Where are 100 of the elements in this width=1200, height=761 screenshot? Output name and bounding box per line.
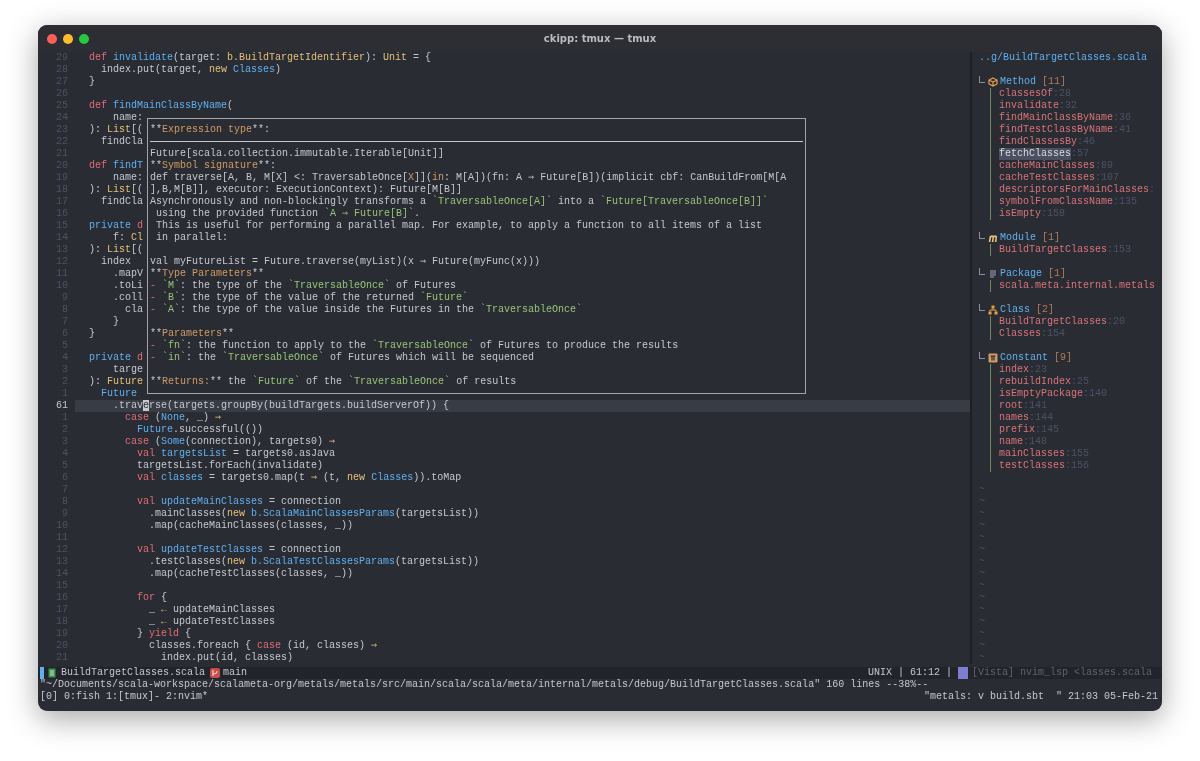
- doc-line: ],B,M[B]], executor: ExecutionContext): Future[M[B]]: [150, 184, 463, 196]
- symbol-name[interactable]: mainClasses: [999, 448, 1065, 460]
- code-line: _ ← updateTestClasses: [148, 616, 276, 628]
- symbol-name[interactable]: Classes: [999, 328, 1041, 340]
- code-line: .mainClasses(new b.ScalaMainClassesParams(targetsList)): [148, 508, 480, 520]
- symbol-name[interactable]: classesOf: [999, 88, 1053, 100]
- empty-line-marker: ~: [979, 580, 985, 592]
- symbol-name[interactable]: BuildTargetClasses: [999, 244, 1108, 256]
- group-label[interactable]: Constant: [1000, 352, 1048, 364]
- group-count: [2]: [1036, 304, 1055, 316]
- code-line: cla: [124, 304, 143, 316]
- code-line: val updateMainClasses = connection: [136, 496, 342, 508]
- symbol-name[interactable]: isEmptyPackage: [999, 388, 1083, 400]
- code-line: .coll: [112, 292, 143, 304]
- symbol-name[interactable]: cacheMainClasses: [999, 160, 1095, 172]
- line-number: 61: [55, 400, 68, 412]
- empty-line-marker: ~: [979, 508, 985, 520]
- group-label[interactable]: Method: [1000, 76, 1036, 88]
- symbol-name[interactable]: isEmpty: [999, 208, 1041, 220]
- group-label[interactable]: Module: [1000, 232, 1036, 244]
- symbol-name[interactable]: name: [999, 436, 1023, 448]
- empty-line-marker: ~: [979, 568, 985, 580]
- cursor-position: UNIX | 61:12 |: [868, 667, 952, 679]
- code-line: targe: [112, 364, 143, 376]
- file-name: BuildTargetClasses.scala: [61, 667, 206, 679]
- code-line: ): List[(: [88, 184, 144, 196]
- symbol-name[interactable]: findClassesBy: [999, 136, 1077, 148]
- code-line: for {: [136, 592, 168, 604]
- tmux-window-tab[interactable]: 2:nvim*: [166, 691, 209, 703]
- symbol-name[interactable]: findMainClassByName: [999, 112, 1114, 124]
- doc-line: - `B`: the type of the value of the returned `Future`: [150, 292, 470, 303]
- doc-line: **Symbol signature**:: [150, 160, 278, 172]
- code-line: targetsList.forEach(invalidate): [136, 460, 324, 472]
- code-line: name:: [112, 112, 143, 124]
- group-count: [9]: [1054, 352, 1073, 364]
- tmux-window-tab[interactable]: 0:fish: [64, 691, 101, 703]
- symbol-name[interactable]: root: [999, 400, 1023, 412]
- group-count: [11]: [1042, 76, 1067, 88]
- list-icon: [988, 269, 998, 279]
- symbol-name[interactable]: rebuildIndex: [999, 376, 1071, 388]
- code-line: .testClasses(new b.ScalaTestClassesParams(targetsList)): [148, 556, 480, 568]
- mode-indicator: [40, 667, 44, 679]
- symbol-name[interactable]: descriptorsForMainClasses: [999, 184, 1150, 196]
- doc-line: in parallel:: [155, 232, 229, 244]
- code-line: private d: [88, 220, 144, 232]
- tmux-status-text: "metals: v build.sbt " 21:03 05-Feb-21: [923, 691, 1159, 703]
- code-line: .map(cacheMainClasses(classes, _)): [148, 520, 354, 532]
- group-count: [1]: [1048, 268, 1067, 280]
- empty-line-marker: ~: [979, 616, 985, 628]
- symbol-name[interactable]: fetchClasses: [999, 148, 1071, 160]
- constant-icon: [988, 353, 998, 363]
- symbol-name[interactable]: names: [999, 412, 1029, 424]
- code-line: }: [88, 76, 95, 88]
- empty-line-marker: ~: [979, 556, 985, 568]
- code-line: } yield {: [136, 628, 192, 640]
- symbol-name[interactable]: scala.meta.internal.metals: [999, 280, 1156, 292]
- doc-line: - `fn`: the function to apply to the `TraversableOnce` of Futures to produce the results: [150, 340, 680, 352]
- symbol-name[interactable]: findTestClassByName: [999, 124, 1114, 136]
- symbol-name[interactable]: cacheTestClasses: [999, 172, 1095, 184]
- empty-line-marker: ~: [979, 544, 985, 556]
- symbol-name[interactable]: BuildTargetClasses: [999, 316, 1108, 328]
- line-ref: :32: [1059, 100, 1078, 112]
- symbol-name[interactable]: symbolFromClassName: [999, 196, 1114, 208]
- cube-icon: [988, 77, 998, 87]
- doc-line: This is useful for performing a parallel map. For example, to apply a function to all items of a list: [155, 220, 764, 232]
- empty-line-marker: ~: [979, 496, 985, 508]
- maximize-button[interactable]: [79, 33, 89, 44]
- minimize-button[interactable]: [63, 33, 73, 44]
- line-ref: :148: [1023, 436, 1048, 448]
- empty-line-marker: ~: [979, 640, 985, 652]
- doc-line: Future[scala.collection.immutable.Iterable[Unit]]: [150, 148, 446, 160]
- code-line: findCla: [100, 196, 143, 208]
- file-icon: [48, 668, 56, 678]
- group-label[interactable]: Class: [1000, 304, 1030, 316]
- group-label[interactable]: Package: [1000, 268, 1042, 280]
- empty-line-marker: ~: [979, 628, 985, 640]
- empty-line-marker: ~: [979, 652, 985, 664]
- code-line: case (Some(connection), targets0) ⇒: [124, 436, 336, 448]
- code-line: Future.successful(()): [136, 424, 264, 436]
- file-path: ..g/BuildTargetClasses.scala: [979, 52, 1148, 64]
- symbol-name[interactable]: index: [999, 364, 1029, 376]
- doc-line: **Parameters**: [150, 328, 236, 339]
- line-ref: :135: [1113, 196, 1138, 208]
- doc-line: Asynchronously and non-blockingly transforms a `TraversableOnce[A]` into a `Future[TraversableOnce[B]]`: [150, 196, 770, 208]
- close-button[interactable]: [47, 33, 57, 44]
- code-line: f: Cl: [112, 232, 144, 244]
- code-line: _ ← updateMainClasses: [148, 604, 276, 616]
- doc-line: - `M`: the type of the `TraversableOnce` of Futures: [150, 280, 458, 291]
- doc-line: - `in`: the `TraversableOnce` of Futures which will be sequenced: [150, 352, 536, 364]
- code-line: def invalidate(target: b.BuildTargetIdentifier): Unit = {: [88, 52, 432, 64]
- symbol-name[interactable]: invalidate: [999, 100, 1059, 112]
- line-ref: :140: [1083, 388, 1108, 400]
- tmux-window-tab[interactable]: 1:[tmux]-: [106, 691, 161, 703]
- symbol-name[interactable]: testClasses: [999, 460, 1065, 472]
- code-line: classes.foreach { case (id, classes) ⇒: [148, 640, 378, 652]
- code-line: index.put(id, classes): [160, 652, 294, 664]
- code-line: name:: [112, 172, 143, 184]
- symbol-name[interactable]: prefix: [999, 424, 1035, 436]
- outline-status: [Vista] nvim_lsp <lasses.scala: [972, 667, 1154, 679]
- line-ref: :28: [1053, 88, 1072, 100]
